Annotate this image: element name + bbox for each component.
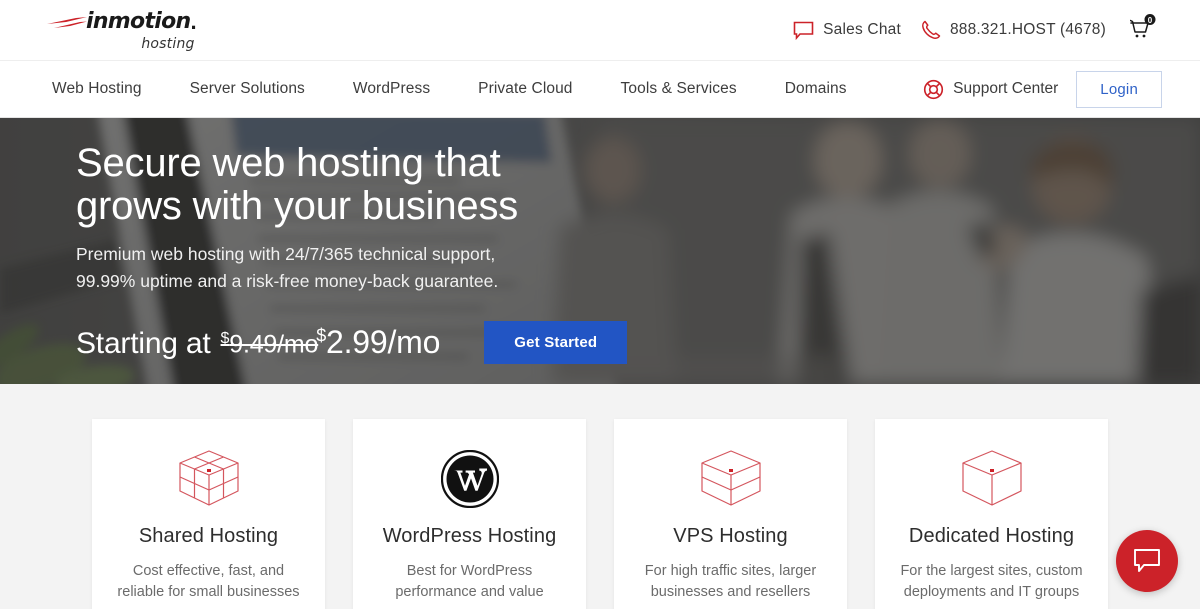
support-center-label: Support Center <box>953 80 1059 97</box>
sales-chat-link[interactable]: Sales Chat <box>793 21 901 40</box>
nav-right-actions: Support Center Login <box>923 70 1162 108</box>
price-original-value: 9.49/mo <box>229 330 319 359</box>
cube-grid-icon <box>108 447 309 511</box>
chat-bubble-icon <box>1134 549 1160 572</box>
hero-sub-line2: 99.99% uptime and a risk-free money-back… <box>76 270 499 291</box>
nav-item-server-solutions[interactable]: Server Solutions <box>190 80 305 98</box>
hosting-plans-section: Shared Hosting Cost effective, fast, and… <box>0 384 1200 609</box>
hero-banner: Secure web hosting that grows with your … <box>0 118 1200 384</box>
card-title: WordPress Hosting <box>382 525 557 547</box>
get-started-button[interactable]: Get Started <box>484 320 628 364</box>
card-desc-line2: businesses and resellers <box>650 584 811 601</box>
card-description: For high traffic sites, larger businesse… <box>630 561 831 603</box>
card-title: Shared Hosting <box>138 525 279 547</box>
card-desc-line1: For the largest sites, custom <box>900 563 1083 579</box>
card-title: Dedicated Hosting <box>908 525 1075 547</box>
card-title: VPS Hosting <box>673 525 788 547</box>
card-desc-line2: performance and value <box>395 584 544 601</box>
nav-items: Web Hosting Server Solutions WordPress P… <box>52 80 847 98</box>
top-bar: inmotion. hosting Sales Chat 888.321.HOS… <box>0 0 1200 60</box>
chat-bubble-icon <box>793 21 814 40</box>
card-desc-line1: Best for WordPress <box>406 563 533 579</box>
login-button[interactable]: Login <box>1076 70 1162 108</box>
nav-item-tools-services[interactable]: Tools & Services <box>621 80 737 98</box>
hero-heading: Secure web hosting that grows with your … <box>76 141 696 229</box>
top-bar-actions: Sales Chat 888.321.HOST (4678) 0 <box>793 12 1162 49</box>
support-center-link[interactable]: Support Center <box>923 79 1058 100</box>
price-prefix-label: Starting at <box>76 326 211 360</box>
card-desc-line2: reliable for small businesses <box>117 584 300 601</box>
sales-chat-label: Sales Chat <box>823 21 901 38</box>
card-desc-line1: Cost effective, fast, and <box>132 563 285 579</box>
phone-number: 888.321.HOST (4678) <box>949 21 1106 38</box>
nav-item-web-hosting[interactable]: Web Hosting <box>52 80 142 98</box>
hero-heading-line2: grows with your business <box>76 184 519 229</box>
logo-swoosh-icon <box>47 16 87 28</box>
nav-item-private-cloud[interactable]: Private Cloud <box>478 80 572 98</box>
card-desc-line2: deployments and IT groups <box>903 584 1080 601</box>
lifebuoy-icon <box>924 79 944 99</box>
cart-badge-count: 0 <box>1148 16 1153 25</box>
hero-heading-line1: Secure web hosting that <box>76 141 501 185</box>
card-description: Best for WordPress performance and value <box>369 561 570 603</box>
phone-icon <box>922 20 941 39</box>
chat-widget-button[interactable] <box>1116 530 1178 592</box>
hero-content: Secure web hosting that grows with your … <box>0 118 1200 364</box>
hero-subheading: Premium web hosting with 24/7/365 techni… <box>76 241 636 294</box>
nav-item-wordpress[interactable]: WordPress <box>353 80 430 98</box>
hero-price: Starting at $9.49/mo $2.99/mo <box>76 324 440 361</box>
price-current-value: 2.99/mo <box>326 323 441 360</box>
main-navigation: Web Hosting Server Solutions WordPress P… <box>0 60 1200 118</box>
shopping-cart-icon: 0 <box>1129 13 1156 37</box>
card-dedicated-hosting[interactable]: Dedicated Hosting For the largest sites,… <box>875 419 1108 609</box>
hosting-plan-cards: Shared Hosting Cost effective, fast, and… <box>0 419 1200 609</box>
price-original: $9.49/mo <box>221 330 319 359</box>
logo-wordmark: inmotion <box>86 8 191 34</box>
wordpress-icon <box>369 447 570 511</box>
card-description: For the largest sites, custom deployment… <box>891 561 1092 603</box>
card-desc-line1: For high traffic sites, larger <box>644 563 817 579</box>
cart-button[interactable]: 0 <box>1126 12 1162 49</box>
cube-layers-icon <box>630 447 831 511</box>
phone-link[interactable]: 888.321.HOST (4678) <box>921 20 1106 40</box>
logo-subtext: hosting <box>141 35 195 52</box>
card-vps-hosting[interactable]: VPS Hosting For high traffic sites, larg… <box>614 419 847 609</box>
card-description: Cost effective, fast, and reliable for s… <box>108 561 309 603</box>
logo-period: . <box>190 8 197 34</box>
price-current: $2.99/mo <box>316 324 440 361</box>
hero-sub-line1: Premium web hosting with 24/7/365 techni… <box>76 244 496 265</box>
card-wordpress-hosting[interactable]: WordPress Hosting Best for WordPress per… <box>353 419 586 609</box>
card-shared-hosting[interactable]: Shared Hosting Cost effective, fast, and… <box>92 419 325 609</box>
price-original-currency: $ <box>220 330 230 348</box>
cube-solid-icon <box>891 447 1092 511</box>
hero-pricing-row: Starting at $9.49/mo $2.99/mo Get Starte… <box>76 320 1200 364</box>
site-logo[interactable]: inmotion. hosting <box>40 9 197 52</box>
nav-item-domains[interactable]: Domains <box>785 80 847 98</box>
